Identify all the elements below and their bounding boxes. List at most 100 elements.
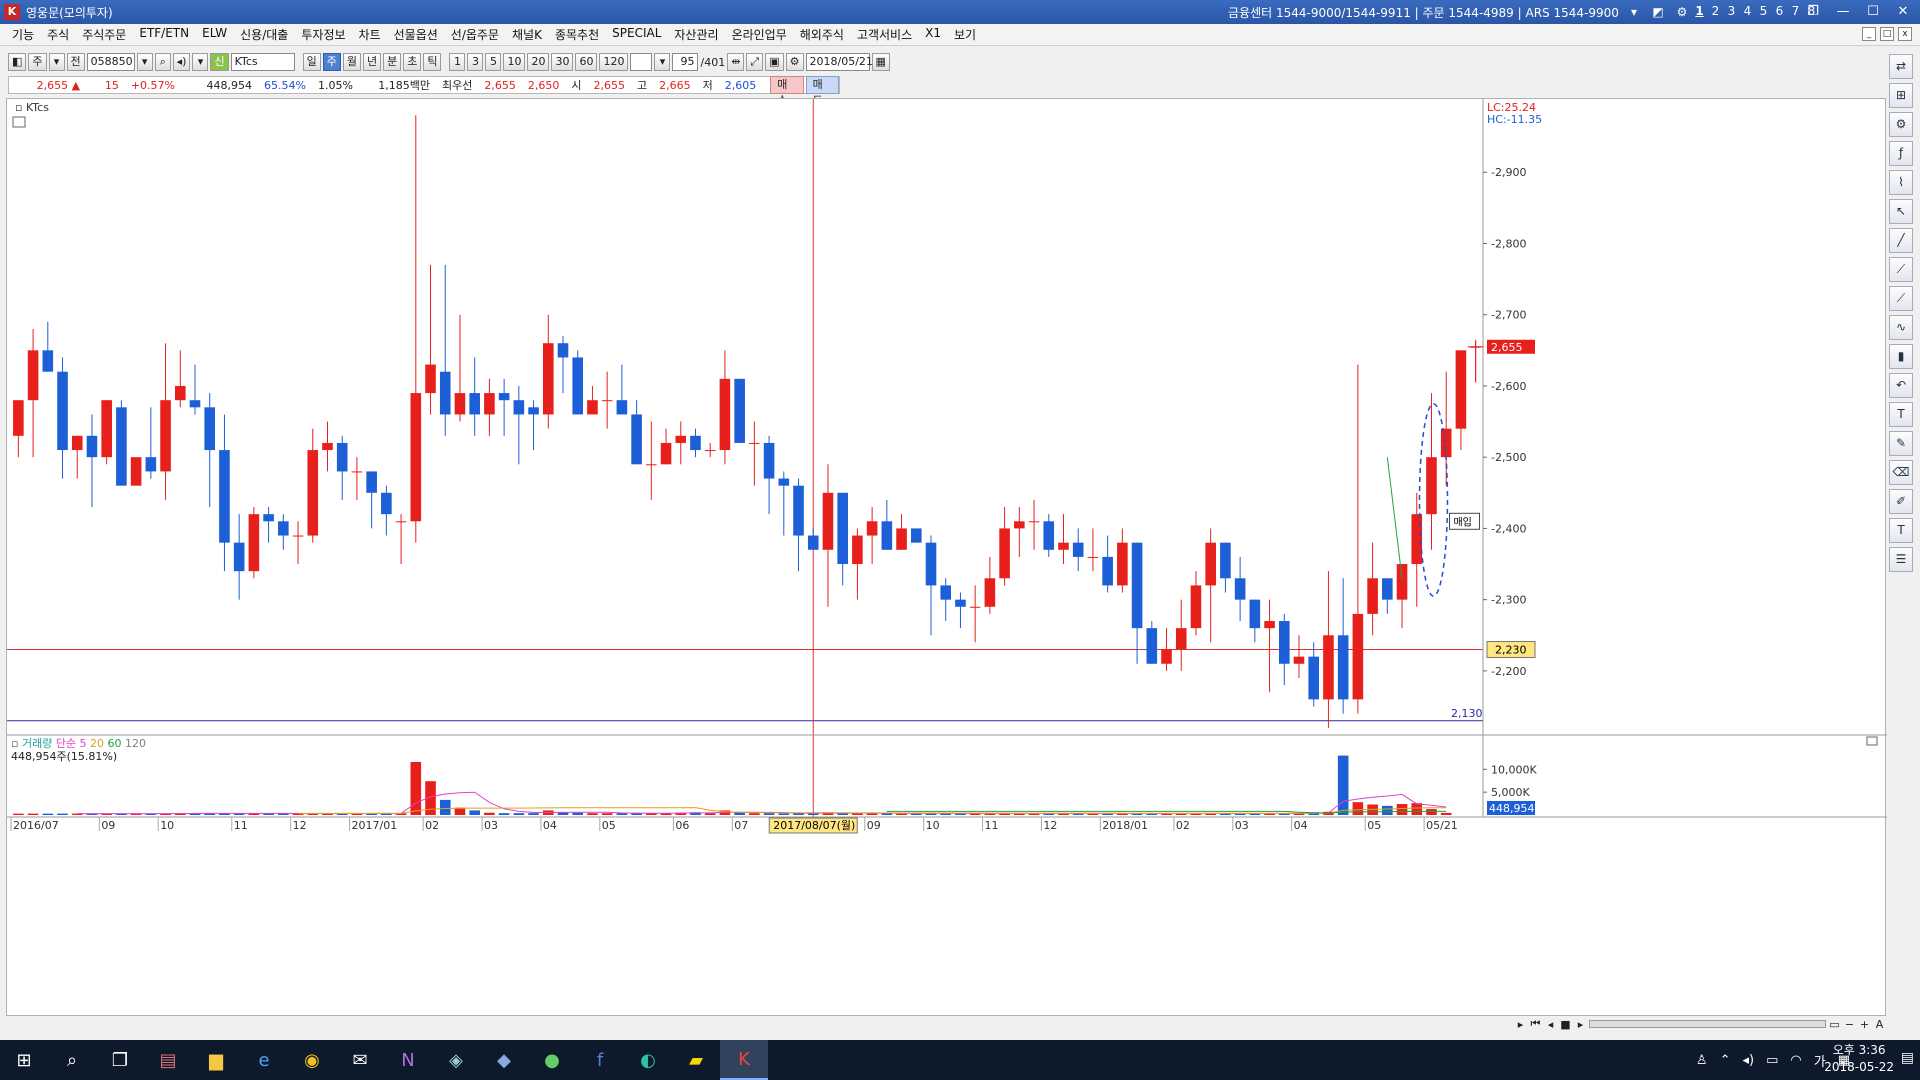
wifi-icon[interactable]: ◠	[1790, 1053, 1801, 1068]
period-button[interactable]: 틱	[423, 53, 442, 71]
minimize-button[interactable]: —	[1830, 2, 1856, 22]
hero-trading-icon[interactable]: K	[720, 1040, 768, 1080]
menu-item[interactable]: 선물옵션	[394, 26, 438, 43]
save-icon[interactable]: ▣	[765, 53, 784, 71]
screen-tab-5[interactable]: 5	[1757, 4, 1770, 18]
settings-icon[interactable]: ⚙	[1673, 3, 1691, 21]
people-icon[interactable]: ♙	[1696, 1053, 1708, 1068]
stock-code-input[interactable]: 058850	[86, 53, 135, 71]
auto-line-icon[interactable]: ⟋	[1889, 286, 1913, 311]
scroll-track[interactable]	[1589, 1020, 1826, 1028]
indicator-icon[interactable]: ƒ	[1889, 141, 1913, 166]
expand-tray-icon[interactable]: ⌃	[1720, 1053, 1731, 1068]
screen-tab-2[interactable]: 2	[1709, 4, 1722, 18]
dropdown-icon[interactable]: ▾	[1625, 3, 1643, 21]
candle-icon[interactable]: ▮	[1889, 344, 1913, 369]
screen-tab-1[interactable]: 1	[1693, 4, 1706, 18]
swap-icon[interactable]: ⇄	[1889, 54, 1913, 79]
calendar-icon[interactable]: ▦	[871, 53, 890, 71]
folder-icon[interactable]: ▆	[192, 1040, 240, 1080]
stock-name-field[interactable]: KTcs	[230, 53, 295, 71]
panel-minimize-icon[interactable]: _	[1862, 27, 1876, 41]
notification-icon[interactable]: ▤	[1901, 1050, 1914, 1066]
period-button[interactable]: 일	[302, 53, 321, 71]
menu-item[interactable]: 자산관리	[674, 26, 718, 43]
menu-item[interactable]: X1	[925, 26, 941, 43]
screen-tab-6[interactable]: 6	[1773, 4, 1786, 18]
search-icon[interactable]: ⌕	[154, 53, 171, 71]
text-icon[interactable]: T	[1889, 402, 1913, 427]
pin-icon[interactable]: ◩	[1649, 3, 1667, 21]
menu-item[interactable]: ETF/ETN	[139, 26, 189, 43]
gear-icon[interactable]: ⚙	[785, 53, 804, 71]
system-clock[interactable]: 오후 3:36 2018-05-22	[1824, 1042, 1894, 1076]
menu-item[interactable]: 온라인업무	[732, 26, 787, 43]
sell-button[interactable]: 매도	[805, 76, 839, 107]
volume-icon[interactable]: ◂)	[1742, 1053, 1754, 1068]
menu-item[interactable]: 종목추천	[555, 26, 599, 43]
battery-icon[interactable]: ▭	[1766, 1053, 1778, 1068]
period-dropdown-icon[interactable]: ▾	[48, 53, 65, 71]
chart-panel[interactable]: -2,200 -2,300 -2,400 -2,500 -2,600 -2,700 -2,8…	[6, 98, 1887, 1017]
line-icon[interactable]: ╱	[1889, 228, 1913, 253]
trendline-icon[interactable]: ⟋	[1889, 257, 1913, 282]
interval-button[interactable]: 120	[599, 53, 629, 71]
stop-icon[interactable]: ■	[1559, 1018, 1572, 1031]
menu-item[interactable]: 주식	[47, 26, 69, 43]
edge-browser-icon[interactable]: e	[240, 1040, 288, 1080]
app-icon-tablet[interactable]: ◆	[480, 1040, 528, 1080]
undo-icon[interactable]: ↶	[1889, 373, 1913, 398]
period-button[interactable]: 초	[403, 53, 422, 71]
menu-item[interactable]: SPECIAL	[612, 26, 661, 43]
menu-item[interactable]: 보기	[954, 26, 976, 43]
next-page-icon[interactable]: ▸	[1574, 1018, 1587, 1031]
pdf-app-icon[interactable]: ▤	[144, 1040, 192, 1080]
menu-item[interactable]: 고객서비스	[857, 26, 912, 43]
onenote-icon[interactable]: N	[384, 1040, 432, 1080]
screen-tab-3[interactable]: 3	[1725, 4, 1738, 18]
menu-item[interactable]: 주식주문	[82, 26, 126, 43]
restore-icon[interactable]: ❐	[1800, 2, 1826, 22]
zoom-in-icon[interactable]: +	[1858, 1018, 1871, 1031]
chrome-icon[interactable]: ◉	[288, 1040, 336, 1080]
period-button[interactable]: 분	[383, 53, 402, 71]
zoom-out-icon[interactable]: −	[1843, 1018, 1856, 1031]
cursor-icon[interactable]: ↖	[1889, 199, 1913, 224]
link-icon[interactable]: ⇹	[727, 53, 745, 71]
app-icon-green[interactable]: ●	[528, 1040, 576, 1080]
interval-button[interactable]: 10	[503, 53, 526, 71]
menu-item[interactable]: 기능	[12, 26, 34, 43]
eraser-icon[interactable]: ⌫	[1889, 460, 1913, 485]
mail-icon[interactable]: ✉	[336, 1040, 384, 1080]
sound-icon[interactable]: ◂)	[172, 53, 191, 71]
interval-custom-input[interactable]	[630, 53, 653, 71]
search-icon[interactable]: ⌕	[48, 1040, 96, 1080]
period-button[interactable]: 주	[322, 53, 341, 71]
menu-item[interactable]: 신용/대출	[240, 26, 288, 43]
prev-page-icon[interactable]: ◂	[1544, 1018, 1557, 1031]
erase-all-icon[interactable]: ✐	[1889, 489, 1913, 514]
settings-icon[interactable]: ⚙	[1889, 112, 1913, 137]
layout-tile-icon[interactable]: ▭	[1828, 1018, 1841, 1031]
menu-item[interactable]: 해외주식	[800, 26, 844, 43]
close-button[interactable]: ✕	[1890, 2, 1916, 22]
date-input[interactable]: 2018/05/21	[805, 53, 873, 71]
menu-item[interactable]: 선/옵주문	[451, 26, 499, 43]
maximize-button[interactable]: ☐	[1860, 2, 1886, 22]
menu-item[interactable]: ELW	[202, 26, 227, 43]
text-box-icon[interactable]: T	[1889, 518, 1913, 543]
app-icon-blue[interactable]: ◈	[432, 1040, 480, 1080]
buy-button[interactable]: 매수	[770, 76, 804, 107]
chart-type-icon[interactable]: ⌇	[1889, 170, 1913, 195]
chart-svg[interactable]: -2,200 -2,300 -2,400 -2,500 -2,600 -2,700 -2,8…	[7, 99, 1887, 1017]
scroll-right-icon[interactable]: ▸	[1514, 1018, 1527, 1031]
facebook-icon[interactable]: f	[576, 1040, 624, 1080]
period-select[interactable]: 주	[28, 53, 47, 71]
list-icon[interactable]: ☰	[1889, 547, 1913, 572]
first-page-icon[interactable]: ⏮	[1529, 1017, 1542, 1031]
app-icon-teal[interactable]: ◐	[624, 1040, 672, 1080]
kakaotalk-icon[interactable]: ▰	[672, 1040, 720, 1080]
menu-item[interactable]: 투자정보	[301, 26, 345, 43]
interval-button[interactable]: 3	[467, 53, 484, 71]
period-button[interactable]: 월	[342, 53, 361, 71]
